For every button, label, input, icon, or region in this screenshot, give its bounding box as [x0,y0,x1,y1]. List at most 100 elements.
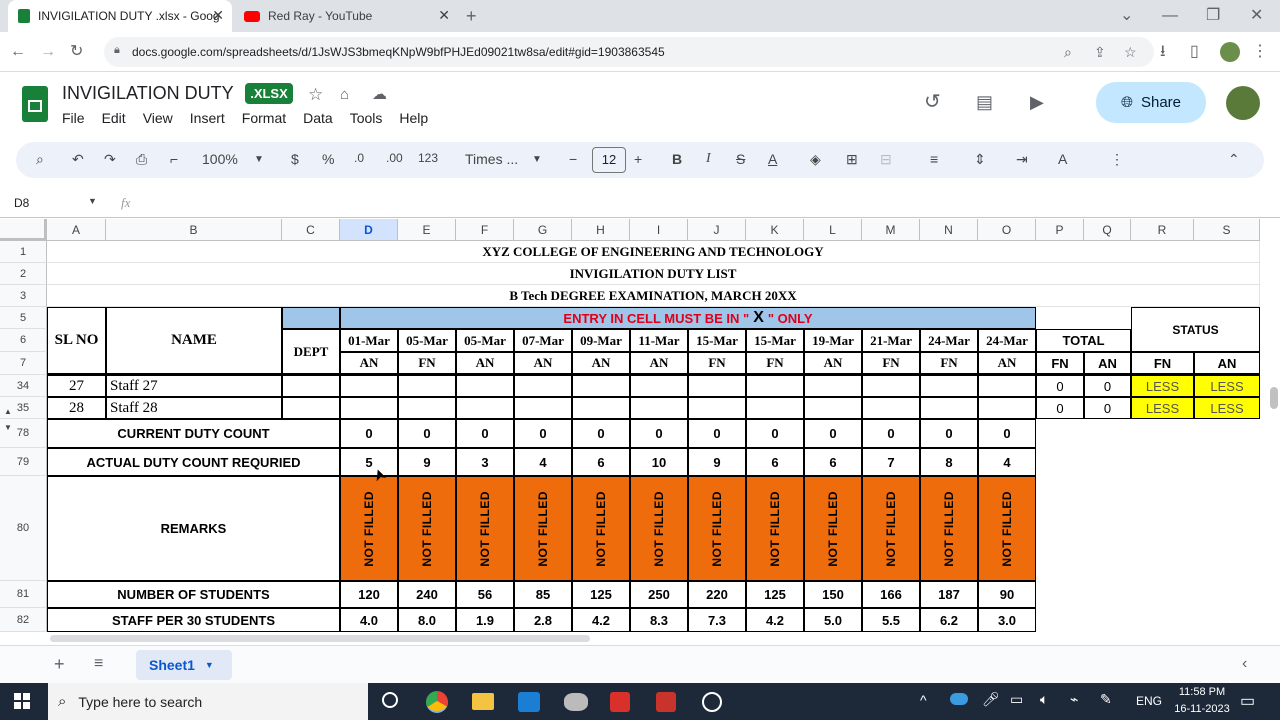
current-count-cell[interactable]: 0 [340,419,398,448]
actual-count-cell[interactable]: 9 [688,448,746,476]
hidden-rows-arrow-icon[interactable]: ▲ [4,407,12,416]
fill-color-icon[interactable]: ◈ [810,151,821,168]
column-header-q[interactable]: Q [1084,219,1131,241]
column-header-m[interactable]: M [862,219,920,241]
tab-youtube[interactable]: Red Ray - YouTube ✕ [234,0,458,32]
column-header-l[interactable]: L [804,219,862,241]
header-status[interactable]: STATUS [1131,307,1260,352]
status-an-header[interactable]: AN [1194,352,1260,375]
tab-search-icon[interactable]: ⌄ [1120,6,1133,26]
hidden-rows-arrow-icon[interactable]: ▼ [4,423,12,432]
duty-cell[interactable] [340,397,398,419]
sheets-logo-icon[interactable] [22,86,48,122]
duty-cell[interactable] [282,397,340,419]
undo-icon[interactable]: ↶ [72,151,84,168]
column-header-j[interactable]: J [688,219,746,241]
session-header[interactable]: AN [978,352,1036,375]
date-header[interactable]: 24-Mar [920,329,978,352]
forward-icon[interactable]: → [40,42,56,62]
staff-per-cell[interactable]: 2.8 [514,608,572,632]
row-header-79[interactable]: 79 [0,448,47,476]
remark-cell[interactable]: NOT FILLED [688,476,746,581]
font-size-increase-icon[interactable]: + [634,151,642,167]
date-header[interactable]: 21-Mar [862,329,920,352]
search-menus-icon[interactable]: ⌕ [36,151,44,168]
meet-icon[interactable]: ▶︎ [1030,92,1044,112]
actual-count-cell[interactable]: 9 [398,448,456,476]
session-header[interactable]: FN [862,352,920,375]
column-header-h[interactable]: H [572,219,630,241]
language-indicator[interactable]: ENG [1136,694,1162,708]
cortana-icon[interactable] [382,692,398,708]
font-size-decrease-icon[interactable]: − [569,151,577,167]
font-select[interactable]: Times ... [465,151,518,167]
remark-cell[interactable]: NOT FILLED [572,476,630,581]
sl-no-cell[interactable]: 28 [47,397,106,419]
date-header[interactable]: 15-Mar [688,329,746,352]
date-header[interactable]: 09-Mar [572,329,630,352]
bold-icon[interactable]: B [672,151,682,167]
remark-cell[interactable]: NOT FILLED [456,476,514,581]
spreadsheet-grid[interactable]: ABCDEFGHIJKLMNOPQRS 1 2 3 5 6 7 34 35 78 79 80 81 82… [0,219,1268,632]
students-cell[interactable]: 150 [804,581,862,608]
current-count-cell[interactable]: 0 [630,419,688,448]
total-fn-header[interactable]: FN [1036,352,1084,375]
current-count-cell[interactable]: 0 [804,419,862,448]
duty-cell[interactable] [456,397,514,419]
all-sheets-icon[interactable]: ≡ [94,654,103,674]
current-count-cell[interactable]: 0 [514,419,572,448]
duty-cell[interactable] [804,375,862,397]
column-header-r[interactable]: R [1131,219,1194,241]
duty-cell[interactable] [572,375,630,397]
duty-cell[interactable] [282,375,340,397]
menu-format[interactable]: Format [242,110,286,126]
vertical-align-icon[interactable]: ⇕ [974,151,986,168]
side-panel-icon[interactable]: ▯ [1190,42,1199,62]
current-duty-label[interactable]: CURRENT DUTY COUNT [47,419,340,448]
current-count-cell[interactable]: 0 [862,419,920,448]
status-fn-cell[interactable]: LESS [1131,397,1194,419]
status-an-cell[interactable]: LESS [1194,397,1260,419]
comments-icon[interactable]: ▤ [976,92,993,112]
duty-cell[interactable] [688,397,746,419]
minimize-icon[interactable]: — [1162,6,1178,26]
zoom-dropdown-icon[interactable]: ▼ [254,154,264,165]
duty-cell[interactable] [978,375,1036,397]
header-total[interactable]: TOTAL [1036,329,1131,352]
students-cell[interactable]: 125 [746,581,804,608]
column-header-a[interactable]: A [47,219,106,241]
italic-icon[interactable]: I [706,151,711,167]
taskbar-search-box[interactable]: ⌕ Type here to search [48,683,368,720]
remark-cell[interactable]: NOT FILLED [630,476,688,581]
duty-cell[interactable] [804,397,862,419]
session-header[interactable]: FN [746,352,804,375]
entry-note[interactable]: ENTRY IN CELL MUST BE IN " X " ONLY [340,307,1036,329]
duty-cell[interactable] [688,375,746,397]
app-icon[interactable] [702,692,722,712]
row-header-3[interactable]: 3 [0,285,47,307]
row-header-5[interactable]: 5 [0,307,47,329]
row-header-7[interactable]: 7 [0,352,47,375]
close-window-icon[interactable]: ✕ [1250,6,1263,26]
students-cell[interactable]: 120 [340,581,398,608]
students-label[interactable]: NUMBER OF STUDENTS [47,581,340,608]
profile-avatar[interactable] [1220,42,1240,62]
date-header[interactable]: 05-Mar [456,329,514,352]
current-count-cell[interactable]: 0 [572,419,630,448]
menu-tools[interactable]: Tools [350,110,383,126]
total-an-header[interactable]: AN [1084,352,1131,375]
duty-cell[interactable] [920,375,978,397]
column-header-p[interactable]: P [1036,219,1084,241]
date-header[interactable]: 01-Mar [340,329,398,352]
remark-cell[interactable]: NOT FILLED [920,476,978,581]
download-icon[interactable]: ⭳ [1160,42,1166,62]
remark-cell[interactable]: NOT FILLED [862,476,920,581]
borders-icon[interactable]: ⊞ [846,151,858,168]
pen-icon[interactable]: ✎ [1100,691,1112,708]
explore-collapse-icon[interactable]: ‹ [1242,654,1247,674]
column-header-i[interactable]: I [630,219,688,241]
students-cell[interactable]: 240 [398,581,456,608]
font-size-input[interactable]: 12 [592,147,626,173]
staff-per-cell[interactable]: 7.3 [688,608,746,632]
staff-per-cell[interactable]: 4.2 [572,608,630,632]
